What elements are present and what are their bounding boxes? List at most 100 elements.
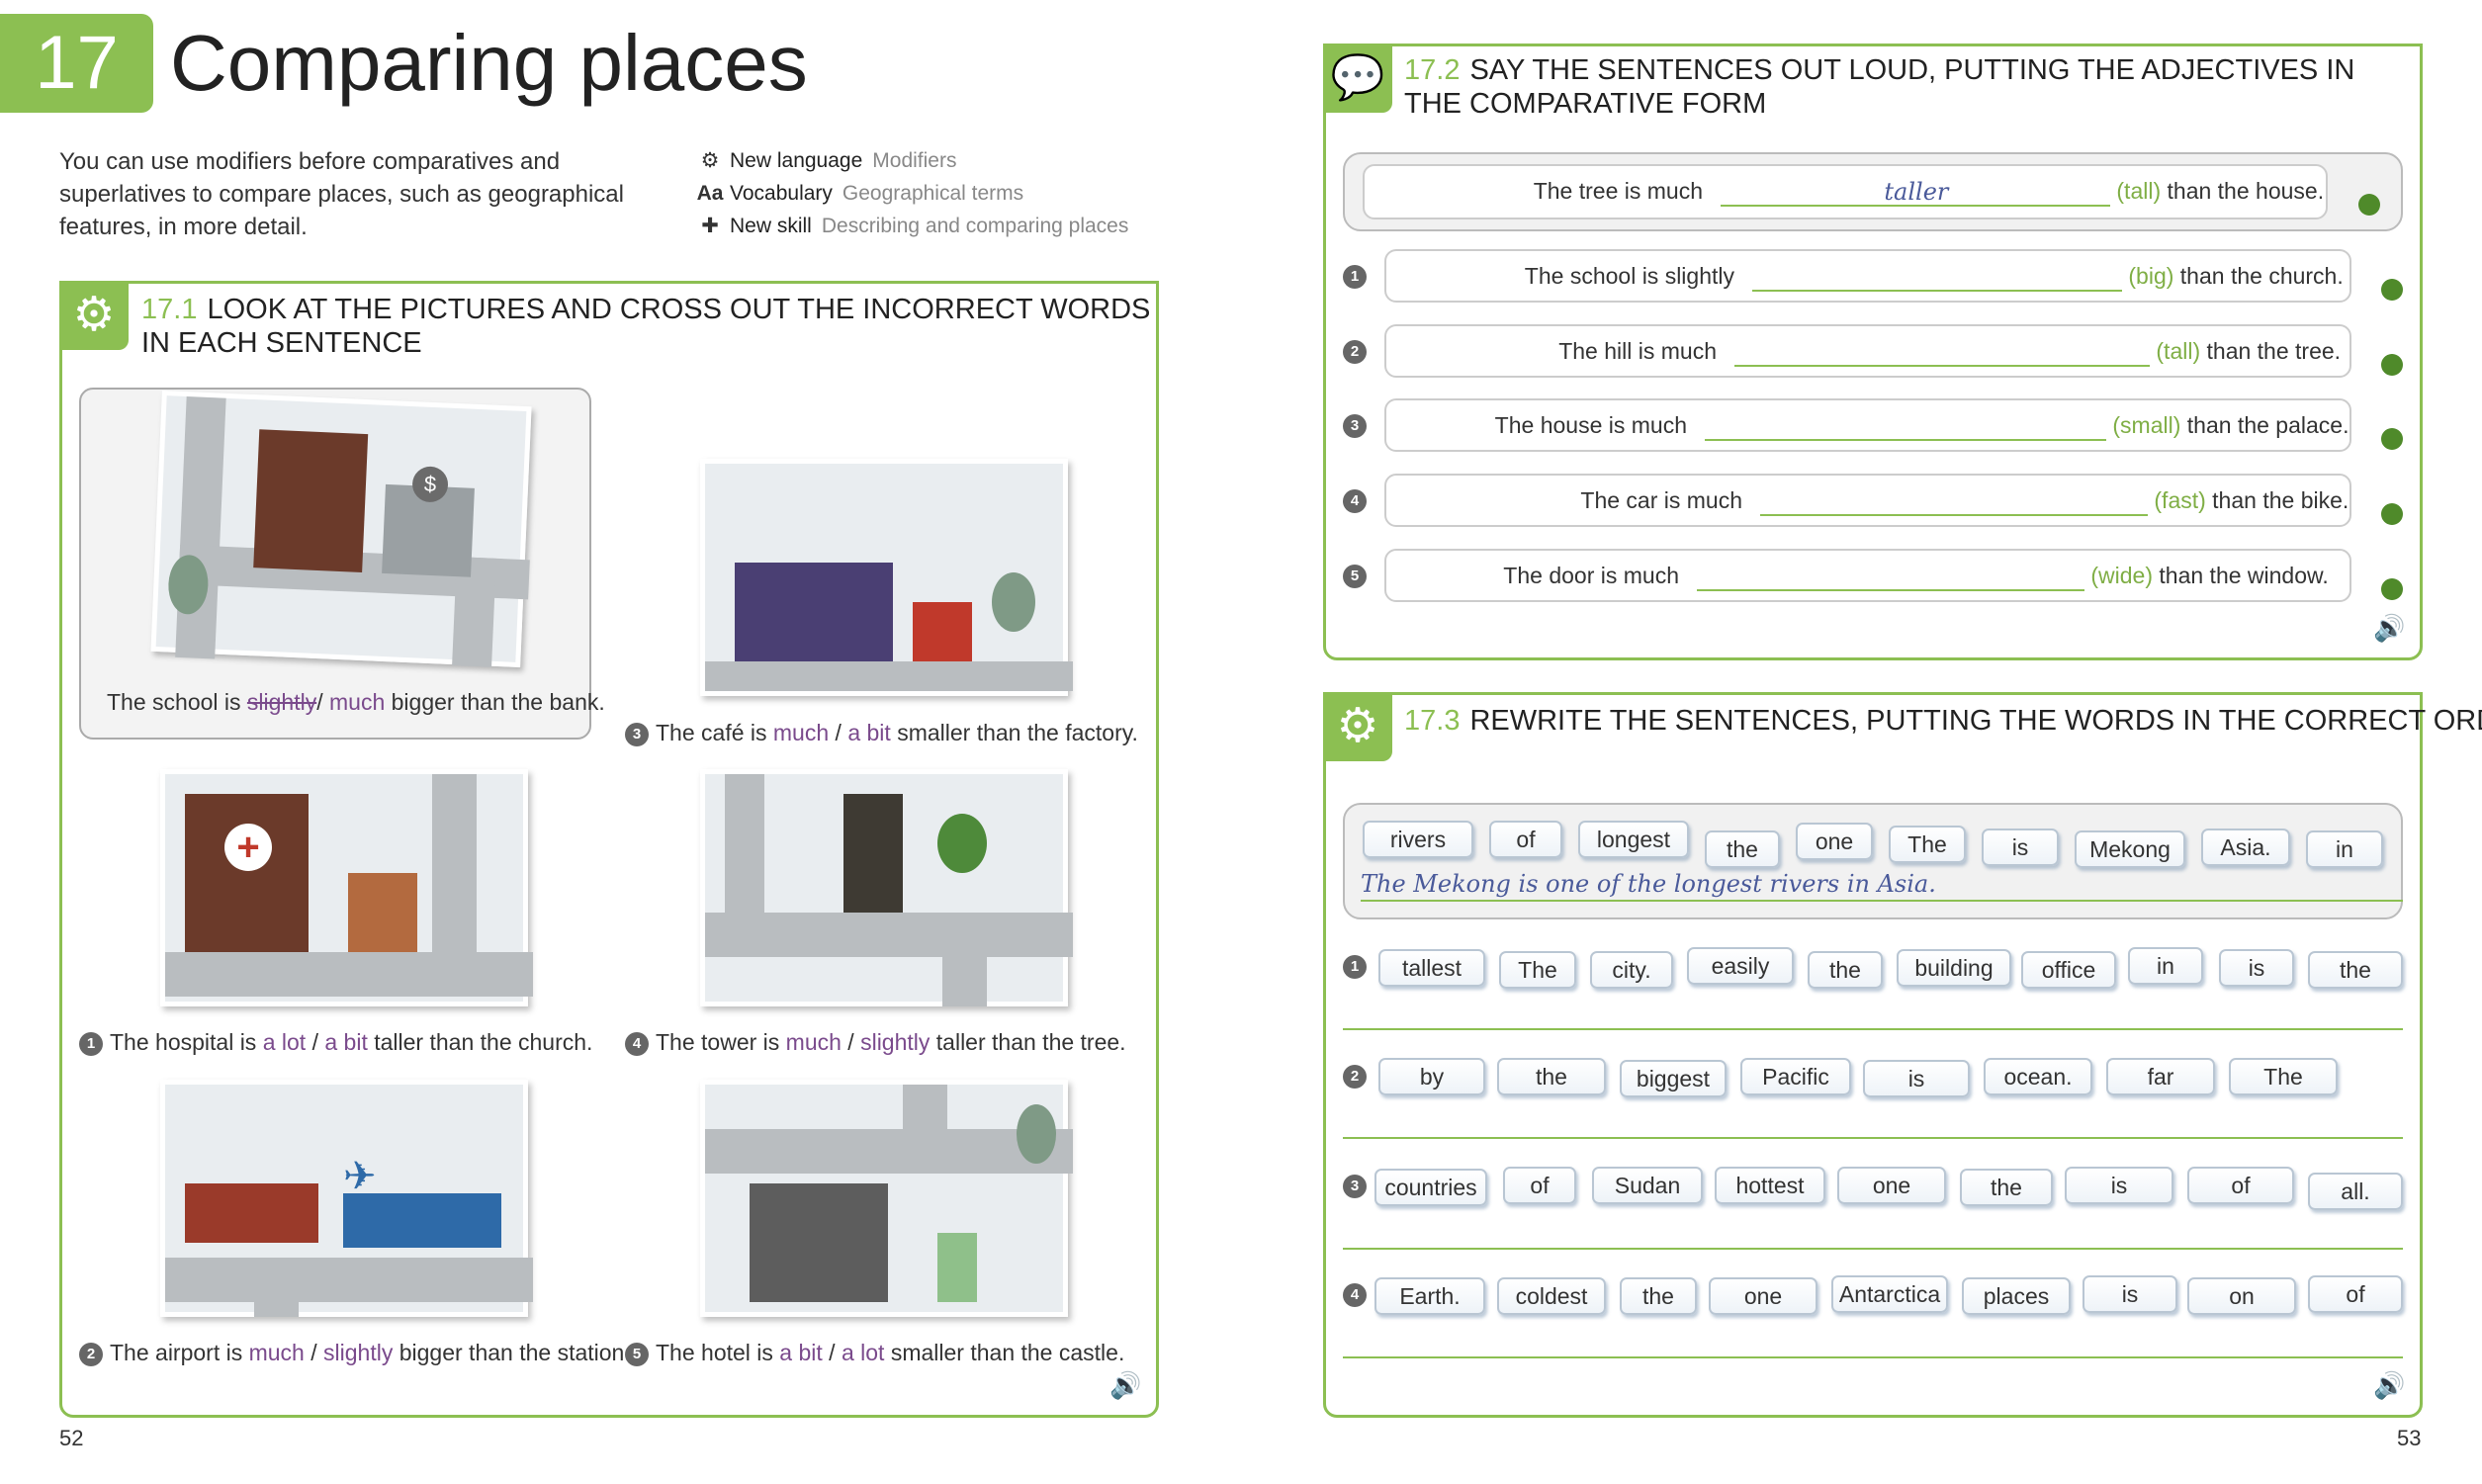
chapter-title: Comparing places	[170, 19, 808, 107]
word-chip[interactable]: office	[2021, 951, 2116, 989]
word-chip[interactable]: is	[2083, 1275, 2177, 1313]
word-chip[interactable]: countries	[1374, 1169, 1487, 1206]
word-chip[interactable]: the	[2308, 951, 2403, 989]
row-4-number: 4	[1343, 489, 1374, 513]
word-chip[interactable]: Mekong	[2075, 830, 2185, 868]
scene-hospital-church: +	[160, 769, 533, 1006]
word-chip[interactable]: Earth.	[1374, 1277, 1485, 1315]
word-chip[interactable]: the	[1497, 1058, 1606, 1095]
example-answer: taller	[1884, 178, 1949, 206]
row-1-sentence[interactable]: The school is slightly (big) than the ch…	[1384, 249, 2351, 303]
answer-line[interactable]	[1343, 1137, 2403, 1139]
answer-line[interactable]	[1343, 1248, 2403, 1250]
scene-school-bank: $	[150, 390, 532, 668]
word-chip[interactable]: Asia.	[2201, 829, 2290, 866]
gear-icon: ⚙	[700, 149, 720, 172]
airplane-icon: ✈	[343, 1155, 377, 1198]
page-number-right: 53	[2397, 1426, 2422, 1450]
word-chip[interactable]: is	[1982, 829, 2059, 866]
word-chip[interactable]: biggest	[1620, 1060, 1727, 1097]
word-chip[interactable]: hottest	[1715, 1167, 1825, 1204]
red-cross-icon: +	[224, 824, 272, 871]
word-chip[interactable]: is	[1863, 1060, 1970, 1097]
word-chip[interactable]: one	[1837, 1167, 1946, 1204]
scene-castle-hotel	[700, 1080, 1073, 1317]
exercise-17-2-title-line2: THE COMPARATIVE FORM	[1404, 88, 1767, 120]
station-icon	[185, 1183, 318, 1243]
answer-line[interactable]	[1343, 1028, 2403, 1030]
audio-icon[interactable]: 🔊	[2373, 1370, 2405, 1401]
speaker-head-icon	[2381, 578, 2403, 600]
word-chip[interactable]: of	[2308, 1275, 2403, 1313]
row-3-3-number: 3	[1343, 1175, 1374, 1198]
word-chip[interactable]: Antarctica	[1831, 1275, 1948, 1313]
item-4-sentence: 4 The tower is much / slightly taller tha…	[625, 1027, 1126, 1057]
tree-icon	[937, 814, 987, 873]
word-chip[interactable]: Pacific	[1740, 1058, 1851, 1095]
audio-icon[interactable]: 🔊	[2373, 613, 2405, 644]
word-chip[interactable]: the	[1960, 1169, 2053, 1206]
word-chip[interactable]: places	[1962, 1277, 2071, 1315]
word-chip[interactable]: in	[2128, 947, 2203, 985]
item-5-sentence: 5 The hotel is a bit / a lot smaller than…	[625, 1338, 1124, 1367]
word-chip[interactable]: on	[2187, 1277, 2296, 1315]
word-chip[interactable]: all.	[2308, 1173, 2403, 1210]
meta-vocabulary: Aa Vocabulary Geographical terms	[696, 179, 1024, 209]
word-chip[interactable]: rivers	[1363, 821, 1473, 858]
word-chip[interactable]: coldest	[1497, 1277, 1606, 1315]
item-3-sentence: 3 The café is much / a bit smaller than t…	[625, 718, 1138, 747]
school-building-icon	[253, 429, 369, 572]
word-chip[interactable]: The	[1499, 951, 1576, 989]
word-chip[interactable]: by	[1378, 1058, 1485, 1095]
church-icon	[348, 873, 417, 952]
word-chip[interactable]: tallest	[1378, 949, 1485, 987]
word-chip[interactable]: is	[2065, 1167, 2173, 1204]
row-1-number: 1	[1343, 265, 1374, 289]
exercise-17-2-title: 17.2 SAY THE SENTENCES OUT LOUD, PUTTING …	[1404, 54, 2355, 86]
tree-icon	[1017, 1104, 1056, 1164]
cafe-icon	[913, 602, 972, 661]
word-chip[interactable]: building	[1897, 949, 2011, 987]
row-5-number: 5	[1343, 565, 1374, 588]
word-chip[interactable]: the	[1808, 951, 1883, 989]
answer-line[interactable]	[1343, 1356, 2403, 1358]
meta-new-skill: ✚ New skill Describing and comparing place…	[696, 212, 1128, 241]
word-chip[interactable]: the	[1620, 1277, 1697, 1315]
row-4-sentence[interactable]: The car is much (fast) than the bike.	[1384, 474, 2351, 527]
row-3-sentence[interactable]: The house is much (small) than the palac…	[1384, 398, 2351, 452]
row-2-number: 2	[1343, 340, 1374, 364]
row-3-1-number: 1	[1343, 955, 1374, 979]
word-chip[interactable]: of	[2187, 1167, 2294, 1204]
example-sentence: The school is slightly/ much bigger than…	[107, 689, 605, 715]
word-chip[interactable]: one	[1796, 823, 1873, 860]
scene-airport-station: ✈	[160, 1080, 533, 1317]
word-chip[interactable]: of	[1489, 821, 1562, 858]
word-chip[interactable]: is	[2219, 949, 2294, 987]
word-chip[interactable]: easily	[1687, 947, 1794, 985]
word-chip[interactable]: ocean.	[1984, 1058, 2092, 1095]
factory-icon	[735, 563, 893, 661]
word-chip[interactable]: in	[2306, 830, 2383, 868]
word-chip[interactable]: The	[1889, 826, 1966, 863]
row-5-sentence[interactable]: The door is much (wide) than the window.	[1384, 549, 2351, 602]
audio-icon[interactable]: 🔊	[1109, 1370, 1141, 1401]
meta-new-language: ⚙ New language Modifiers	[696, 146, 957, 176]
row-3-4-number: 4	[1343, 1283, 1374, 1307]
word-chip[interactable]: city.	[1590, 951, 1673, 989]
speaker-head-icon	[2381, 279, 2403, 301]
hotel-icon	[937, 1233, 977, 1302]
word-chip[interactable]: longest	[1578, 821, 1689, 858]
word-chip[interactable]: the	[1705, 830, 1780, 868]
word-chip[interactable]: of	[1503, 1167, 1576, 1204]
row-2-sentence[interactable]: The hill is much (tall) than the tree.	[1384, 324, 2351, 378]
word-chip[interactable]: Sudan	[1592, 1167, 1703, 1204]
word-chip[interactable]: far	[2106, 1058, 2215, 1095]
aa-icon: Aa	[696, 182, 724, 205]
speech-bubble-icon: 💬	[1323, 44, 1392, 113]
word-chip[interactable]: The	[2229, 1058, 2338, 1095]
castle-icon	[750, 1183, 888, 1302]
tower-icon	[843, 794, 903, 913]
example-answer-3: The Mekong is one of the longest rivers …	[1361, 870, 1936, 898]
word-chip[interactable]: one	[1709, 1277, 1817, 1315]
speaker-head-icon	[2381, 428, 2403, 450]
